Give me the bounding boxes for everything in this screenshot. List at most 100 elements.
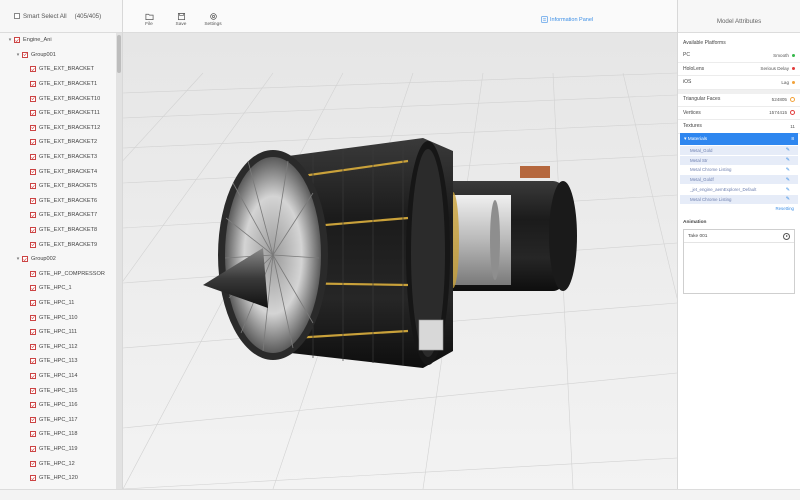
expand-caret-icon[interactable]: ▾ bbox=[14, 52, 22, 58]
tree-item[interactable]: GTE_HPC_113 bbox=[22, 354, 77, 369]
stat-value: 11 bbox=[790, 123, 795, 129]
tree-item[interactable]: GTE_EXT_BRACKET12 bbox=[22, 121, 100, 136]
tree-item[interactable]: GTE_HPC_120 bbox=[22, 471, 78, 486]
tree-checkbox[interactable] bbox=[30, 460, 36, 467]
play-icon[interactable] bbox=[783, 232, 790, 240]
tree-checkbox[interactable] bbox=[30, 168, 36, 175]
tree-checkbox[interactable] bbox=[30, 270, 36, 277]
tree-item[interactable]: GTE_HP_COMPRESSOR bbox=[22, 267, 105, 282]
settings-button[interactable]: Settings bbox=[200, 12, 226, 27]
tree-checkbox[interactable] bbox=[30, 416, 36, 423]
edit-pencil-icon[interactable]: ✎ bbox=[786, 196, 790, 202]
tree-checkbox[interactable] bbox=[30, 183, 36, 190]
tree-checkbox[interactable] bbox=[14, 37, 20, 44]
tree-item[interactable]: GTE_HPC_114 bbox=[22, 369, 77, 384]
platform-row: PC Smooth bbox=[678, 49, 800, 63]
tree-item[interactable]: GTE_EXT_BRACKET7 bbox=[22, 208, 97, 223]
reset-materials-button[interactable]: Resetting bbox=[775, 206, 794, 211]
tree-checkbox[interactable] bbox=[30, 329, 36, 336]
tree-checkbox[interactable] bbox=[30, 446, 36, 453]
platform-row: iOS Lag bbox=[678, 76, 800, 90]
information-panel-button[interactable]: Information Panel bbox=[541, 16, 593, 23]
tree-item[interactable]: ▾ Group001 bbox=[14, 48, 56, 63]
tree-item-label: GTE_EXT_BRACKET11 bbox=[39, 110, 100, 117]
edit-pencil-icon[interactable]: ✎ bbox=[786, 157, 790, 163]
tree-checkbox[interactable] bbox=[30, 314, 36, 321]
tree-item[interactable]: GTE_EXT_BRACKET6 bbox=[22, 194, 97, 209]
animation-item[interactable]: Take 001 bbox=[684, 230, 794, 243]
tree-checkbox[interactable] bbox=[30, 431, 36, 438]
tree-checkbox[interactable] bbox=[30, 358, 36, 365]
gear-icon bbox=[209, 13, 217, 20]
tree-checkbox[interactable] bbox=[30, 197, 36, 204]
tree-checkbox[interactable] bbox=[30, 66, 36, 73]
tree-item[interactable]: GTE_HPC_11 bbox=[22, 296, 74, 311]
material-item[interactable]: Metal_Goldf ✎ bbox=[680, 175, 798, 186]
tree-item-label: GTE_EXT_BRACKET6 bbox=[39, 197, 98, 204]
tree-checkbox[interactable] bbox=[30, 300, 36, 307]
edit-pencil-icon[interactable]: ✎ bbox=[786, 187, 790, 193]
tree-checkbox[interactable] bbox=[30, 241, 36, 248]
material-item[interactable]: Metal Chrome Listing ✎ bbox=[680, 195, 798, 205]
tree-item[interactable]: GTE_HPC_12 bbox=[22, 456, 75, 471]
platform-status: Serious Delay bbox=[760, 66, 789, 72]
expand-caret-icon[interactable]: ▾ bbox=[14, 256, 22, 262]
tree-item[interactable]: GTE_HPC_117 bbox=[22, 413, 77, 428]
tree-checkbox[interactable] bbox=[30, 475, 36, 482]
edit-pencil-icon[interactable]: ✎ bbox=[786, 177, 790, 183]
tree-item[interactable]: GTE_EXT_BRACKET3 bbox=[22, 150, 97, 165]
tree-item[interactable]: GTE_HPC_119 bbox=[22, 442, 77, 457]
tree-item[interactable]: GTE_HPC_118 bbox=[22, 427, 77, 442]
material-item[interactable]: Metal_Gold ✎ bbox=[680, 146, 798, 156]
tree-item[interactable]: GTE_EXT_BRACKET5 bbox=[22, 179, 97, 194]
tree-item[interactable]: GTE_EXT_BRACKET11 bbox=[22, 106, 100, 121]
expand-caret-icon[interactable]: ▾ bbox=[6, 37, 14, 43]
tree-item-label: GTE_HPC_11 bbox=[39, 300, 75, 307]
tree-item[interactable]: GTE_HPC_111 bbox=[22, 325, 77, 340]
tree-checkbox[interactable] bbox=[30, 124, 36, 131]
tree-checkbox[interactable] bbox=[30, 373, 36, 380]
3d-viewport[interactable] bbox=[123, 33, 677, 489]
material-item[interactable]: Metal Chrome Listing ✎ bbox=[680, 166, 798, 176]
tree-checkbox[interactable] bbox=[30, 227, 36, 234]
tree-checkbox[interactable] bbox=[30, 285, 36, 292]
tree-item[interactable]: ▾ Engine_Ani bbox=[6, 33, 52, 48]
tree-item[interactable]: GTE_HPC_110 bbox=[22, 310, 77, 325]
tree-checkbox[interactable] bbox=[22, 256, 28, 263]
tree-checkbox[interactable] bbox=[30, 110, 36, 117]
tree-checkbox[interactable] bbox=[30, 402, 36, 409]
tree-checkbox[interactable] bbox=[30, 95, 36, 102]
materials-header[interactable]: ▾ Materials 8 bbox=[680, 133, 798, 145]
tree-scroll-thumb[interactable] bbox=[117, 35, 121, 73]
tree-item[interactable]: GTE_EXT_BRACKET9 bbox=[22, 237, 97, 252]
edit-pencil-icon[interactable]: ✎ bbox=[786, 147, 790, 153]
tree-item[interactable]: GTE_HPC_116 bbox=[22, 398, 77, 413]
tree-checkbox[interactable] bbox=[22, 51, 28, 58]
tree-item[interactable]: GTE_EXT_BRACKET1 bbox=[22, 77, 97, 92]
file-button[interactable]: File bbox=[136, 12, 162, 27]
tree-checkbox[interactable] bbox=[30, 154, 36, 161]
tree-checkbox[interactable] bbox=[30, 343, 36, 350]
tree-item[interactable]: GTE_EXT_BRACKET2 bbox=[22, 135, 97, 150]
edit-pencil-icon[interactable]: ✎ bbox=[786, 167, 790, 173]
tree-item[interactable]: GTE_EXT_BRACKET4 bbox=[22, 164, 97, 179]
tree-item[interactable]: GTE_HPC_115 bbox=[22, 383, 77, 398]
tree-checkbox[interactable] bbox=[30, 212, 36, 219]
tree-checkbox[interactable] bbox=[30, 139, 36, 146]
tree-item[interactable]: GTE_EXT_BRACKET8 bbox=[22, 223, 97, 238]
smart-select-label[interactable]: Smart Select All bbox=[23, 13, 67, 20]
panel-title: Model Attributes bbox=[678, 0, 800, 33]
smart-select-checkbox[interactable] bbox=[14, 13, 20, 19]
tree-item[interactable]: ▾ Group002 bbox=[14, 252, 56, 267]
tree-checkbox[interactable] bbox=[30, 387, 36, 394]
tree-item[interactable]: GTE_EXT_BRACKET10 bbox=[22, 91, 100, 106]
tree-item[interactable]: GTE_HPC_112 bbox=[22, 340, 77, 355]
tree-checkbox[interactable] bbox=[30, 81, 36, 88]
save-button[interactable]: Save bbox=[168, 12, 194, 27]
tree-scrollbar[interactable] bbox=[116, 33, 122, 489]
tree-item[interactable]: GTE_HPC_1 bbox=[22, 281, 72, 296]
material-item[interactable]: Metal Str ✎ bbox=[680, 155, 798, 166]
material-item[interactable]: _jet_engine_aemExplorer_Default ✎ bbox=[680, 185, 798, 195]
tree-item[interactable]: GTE_EXT_BRACKET bbox=[22, 62, 94, 77]
stat-label: Textures bbox=[683, 123, 702, 130]
